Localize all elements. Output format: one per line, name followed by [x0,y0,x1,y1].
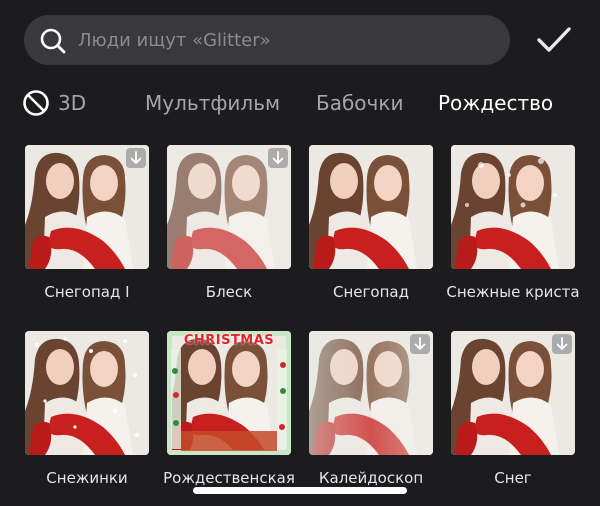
effect-card[interactable]: Калейдоскоп [309,331,433,487]
effect-thumbnail: CHRISTMAS [167,331,291,455]
category-tabs: 3D Мультфильм Бабочки Рождество [0,80,600,128]
download-icon [410,334,430,354]
effect-thumbnail [451,331,575,455]
effect-thumbnail [167,145,291,269]
tab-butterflies[interactable]: Бабочки [316,90,403,116]
search-bar[interactable] [24,15,510,65]
effect-label: Снегопад [333,283,409,301]
download-icon [126,148,146,168]
tab-christmas[interactable]: Рождество [438,90,553,116]
effect-card[interactable]: Блеск [167,145,291,301]
effects-panel: 3D Мультфильм Бабочки Рождество Снегопад… [0,0,600,506]
home-indicator [193,487,407,494]
effect-card[interactable]: Снег [451,331,575,487]
effect-label: Снег [494,469,532,487]
effect-label: Рождественская [163,469,295,487]
search-input[interactable] [78,15,498,65]
effect-card[interactable]: Снежные криста [446,145,580,301]
effect-thumbnail [25,145,149,269]
effect-label: Калейдоскоп [318,469,424,487]
effect-card[interactable]: Снегопад I [25,145,149,301]
effect-label: Снегопад I [44,283,130,301]
search-icon [40,28,66,54]
effect-thumbnail [451,145,575,269]
effect-card[interactable]: Снегопад [309,145,433,301]
tab-cartoon[interactable]: Мультфильм [145,90,280,116]
tab-3d[interactable]: 3D [58,90,112,116]
christmas-frame-title: CHRISTMAS [183,333,275,348]
effect-thumbnail [25,331,149,455]
no-effect-icon[interactable] [22,89,50,117]
effect-thumbnail [309,331,433,455]
download-icon [552,334,572,354]
checkmark-icon[interactable] [536,24,572,56]
effect-label: Снежные криста [446,283,580,301]
portrait-photo [309,145,433,269]
effect-label: Блеск [205,283,253,301]
effect-card[interactable]: Снежинки [25,331,149,487]
effect-thumbnail [309,145,433,269]
download-icon [268,148,288,168]
effect-card[interactable]: CHRISTMAS Рождественская [163,331,295,487]
effect-label: Снежинки [46,469,128,487]
